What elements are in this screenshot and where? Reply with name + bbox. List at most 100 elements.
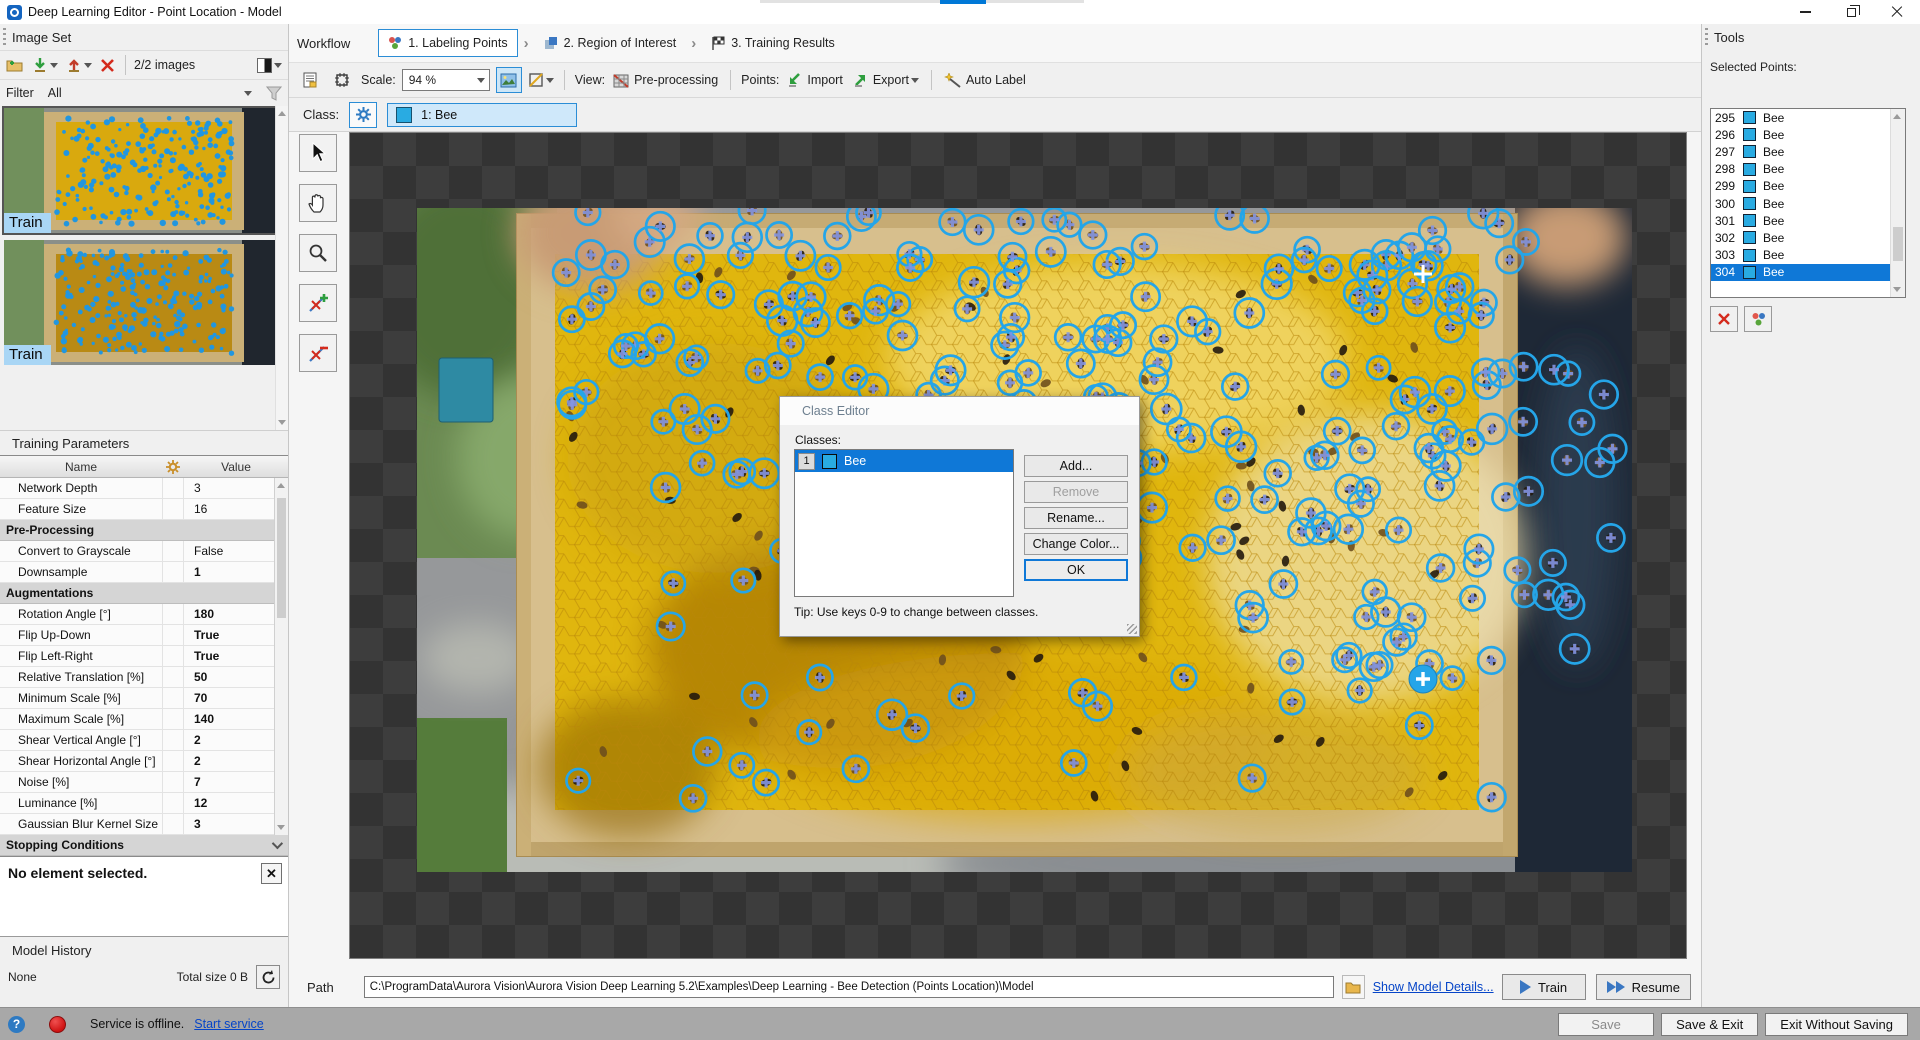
tab-labeling-points[interactable]: 1. Labeling Points (378, 29, 517, 57)
classes-listbox[interactable]: 1 Bee (794, 449, 1014, 597)
grid-settings-button[interactable] (329, 67, 355, 93)
table-row[interactable]: Shear Vertical Angle [°]2 (0, 730, 288, 751)
remove-class-button[interactable]: Remove (1024, 481, 1128, 503)
refresh-history-button[interactable] (256, 965, 280, 989)
image-thumbnail-list: Train Train (0, 106, 288, 431)
import-images-button[interactable] (30, 53, 60, 77)
table-section-row[interactable]: Stopping Conditions (0, 835, 288, 856)
table-row[interactable]: Minimum Scale [%]70 (0, 688, 288, 709)
import-points-button[interactable]: Import (785, 68, 844, 92)
point-classes-button[interactable] (1744, 306, 1772, 332)
table-section-row[interactable]: Augmentations (0, 583, 288, 604)
table-row[interactable]: Convert to GrayscaleFalse (0, 541, 288, 562)
thumbnail-scrollbar[interactable] (275, 106, 288, 430)
show-model-details-link[interactable]: Show Model Details... (1373, 980, 1494, 994)
table-row[interactable]: Gaussian Blur Kernel Size [...3 (0, 814, 288, 835)
model-history-row: None Total size 0 B (0, 963, 288, 991)
selected-points-list[interactable]: 295Bee296Bee297Bee298Bee299Bee300Bee301B… (1710, 108, 1906, 298)
table-row[interactable]: Network Depth3 (0, 478, 288, 499)
change-color-button[interactable]: Change Color... (1024, 533, 1128, 555)
close-button[interactable] (1874, 0, 1920, 24)
points-group-icon (1751, 312, 1766, 327)
scroll-thumb[interactable] (277, 498, 286, 618)
filter-select[interactable]: All (44, 83, 256, 103)
selected-point-item[interactable]: 304Bee (1711, 264, 1905, 281)
fit-to-window-button[interactable] (496, 67, 522, 93)
background-window-edge (760, 0, 1084, 3)
selected-point-item[interactable]: 302Bee (1711, 229, 1905, 246)
class-editor-button[interactable] (349, 102, 377, 128)
table-row[interactable]: Luminance [%]12 (0, 793, 288, 814)
report-button[interactable] (297, 67, 323, 93)
add-images-button[interactable] (4, 53, 26, 77)
class-color-swatch (396, 107, 412, 123)
selected-point-item[interactable]: 301Bee (1711, 212, 1905, 229)
auto-label-button[interactable]: Auto Label (942, 68, 1028, 92)
selected-point-item[interactable]: 303Bee (1711, 247, 1905, 264)
table-row[interactable]: Flip Up-DownTrue (0, 625, 288, 646)
browse-path-button[interactable] (1342, 975, 1365, 999)
remove-point-tool-button[interactable] (299, 334, 337, 372)
model-path-input[interactable]: C:\ProgramData\Aurora Vision\Aurora Visi… (364, 976, 1334, 998)
no-element-message: No element selected. (8, 865, 280, 881)
train-button[interactable]: Train (1502, 974, 1586, 1000)
table-row[interactable]: Downsample1 (0, 562, 288, 583)
rename-class-button[interactable]: Rename... (1024, 507, 1128, 529)
folder-icon (1345, 981, 1361, 994)
path-label: Path (307, 980, 334, 995)
preprocessing-toggle[interactable]: Pre-processing (611, 68, 720, 92)
selected-class-chip[interactable]: 1: Bee (387, 103, 577, 127)
zoom-tool-button[interactable] (299, 234, 337, 272)
start-service-link[interactable]: Start service (194, 1017, 263, 1031)
save-exit-button[interactable]: Save & Exit (1661, 1013, 1758, 1036)
table-row[interactable]: Flip Left-RightTrue (0, 646, 288, 667)
delete-point-button[interactable] (1710, 306, 1738, 332)
scale-combobox[interactable]: 94 % (402, 69, 490, 91)
selected-point-item[interactable]: 297Bee (1711, 143, 1905, 160)
delete-image-button[interactable] (98, 53, 117, 77)
table-row[interactable]: Feature Size16 (0, 499, 288, 520)
table-section-row[interactable]: Pre-Processing (0, 520, 288, 541)
help-icon[interactable]: ? (8, 1016, 25, 1033)
filter-row: Filter All (0, 80, 288, 106)
pan-tool-button[interactable] (299, 184, 337, 222)
ok-button[interactable]: OK (1024, 559, 1128, 581)
path-bar: Path C:\ProgramData\Aurora Vision\Aurora… (289, 967, 1701, 1007)
table-row[interactable]: Shear Horizontal Angle [°]2 (0, 751, 288, 772)
maximize-button[interactable] (1828, 0, 1874, 24)
dropdown-caret-icon (477, 78, 485, 83)
table-row[interactable]: Relative Translation [%]50 (0, 667, 288, 688)
table-row[interactable]: Maximum Scale [%]140 (0, 709, 288, 730)
tab-training-results[interactable]: 3. Training Results (702, 29, 844, 57)
add-point-tool-button[interactable] (299, 284, 337, 322)
add-class-button[interactable]: Add... (1024, 455, 1128, 477)
save-button[interactable]: Save (1558, 1013, 1654, 1036)
table-row[interactable]: Rotation Angle [°]180 (0, 604, 288, 625)
table-scrollbar[interactable] (274, 478, 288, 835)
table-row[interactable]: Noise [%]7 (0, 772, 288, 793)
selected-point-item[interactable]: 295Bee (1711, 109, 1905, 126)
selected-point-item[interactable]: 296Bee (1711, 126, 1905, 143)
thumbnail-train-1[interactable]: Train (4, 108, 278, 233)
display-mode-button[interactable] (255, 53, 284, 77)
clear-selection-button[interactable]: ✕ (261, 863, 282, 884)
selected-point-item[interactable]: 298Bee (1711, 161, 1905, 178)
export-images-button[interactable] (64, 53, 94, 77)
points-scrollbar[interactable] (1890, 109, 1905, 297)
class-list-item[interactable]: 1 Bee (795, 450, 1013, 472)
scroll-thumb[interactable] (1893, 227, 1903, 261)
select-tool-button[interactable] (299, 134, 337, 172)
selected-point-item[interactable]: 300Bee (1711, 195, 1905, 212)
exit-without-saving-button[interactable]: Exit Without Saving (1765, 1013, 1908, 1036)
resume-button[interactable]: Resume (1596, 974, 1691, 1000)
resize-grip[interactable] (1127, 624, 1137, 634)
selected-point-item[interactable]: 299Bee (1711, 178, 1905, 195)
no-shape-icon (528, 72, 544, 88)
minimize-button[interactable] (1782, 0, 1828, 24)
thumbnail-train-2[interactable]: Train (4, 240, 278, 365)
tab-region-of-interest[interactable]: 2. Region of Interest (535, 29, 686, 57)
export-points-button[interactable]: Export (851, 68, 921, 92)
scale-label: Scale: (361, 73, 396, 87)
dropdown-caret-icon (546, 78, 554, 83)
clear-roi-button[interactable] (528, 67, 554, 93)
